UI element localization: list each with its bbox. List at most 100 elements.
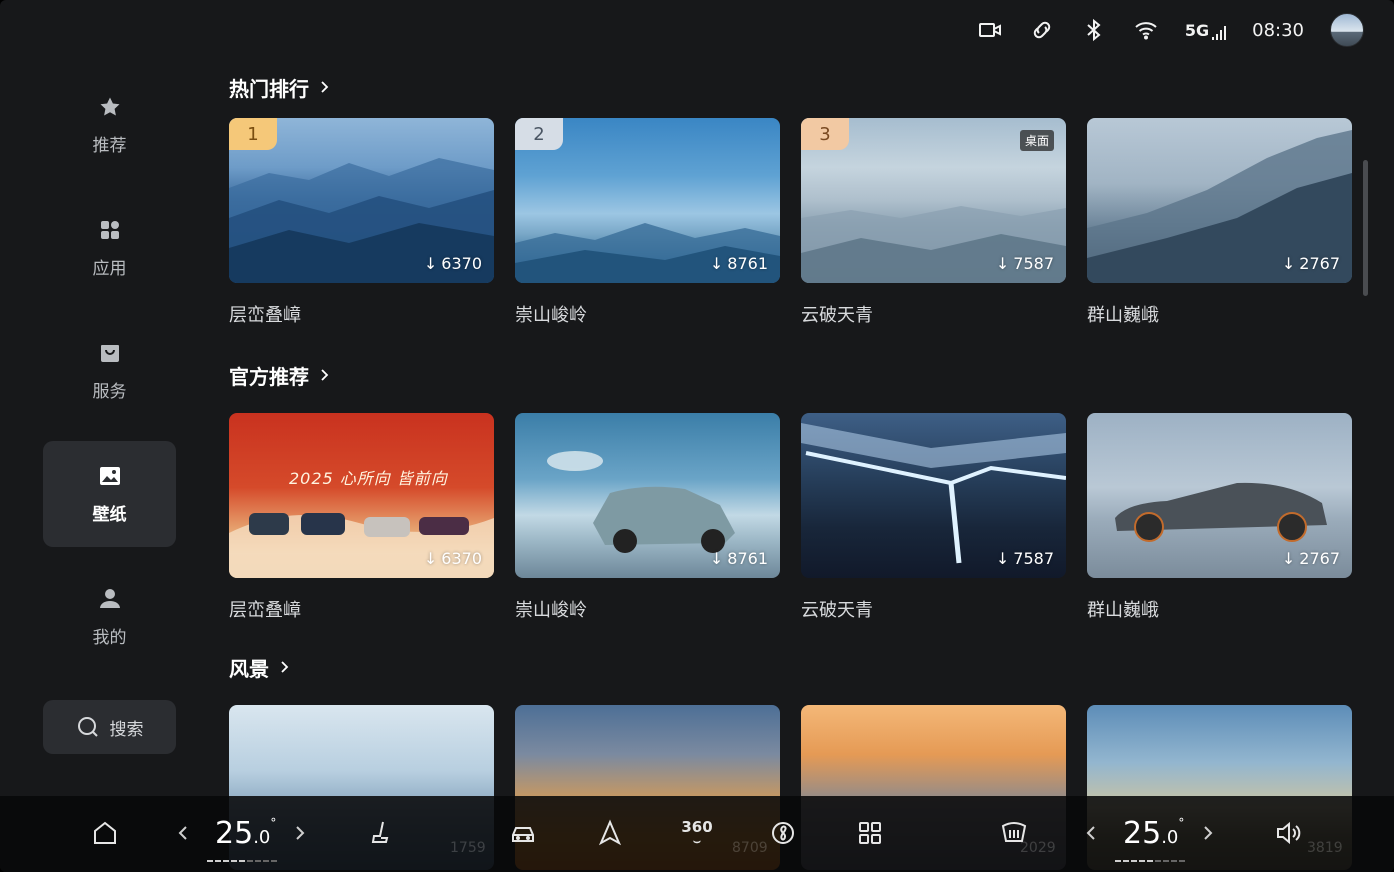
vehicle-button[interactable] <box>500 810 546 856</box>
chevron-right-icon <box>281 661 289 673</box>
sidebar: 推荐 应用 服务 壁纸 我的 <box>43 72 176 687</box>
section-title-label: 官方推荐 <box>229 364 309 389</box>
download-count: ↓ 2767 <box>1282 549 1340 568</box>
rank-badge: 3 <box>801 118 849 150</box>
seat-icon <box>371 821 389 843</box>
sidebar-item-wallpaper[interactable]: 壁纸 <box>43 441 176 547</box>
link-icon[interactable] <box>1029 17 1055 43</box>
passenger-temp-value: 25.0° <box>1115 815 1185 862</box>
section-title[interactable]: 热门排行 <box>229 70 1353 104</box>
sidebar-item-label: 我的 <box>92 627 127 648</box>
desktop-tag: 桌面 <box>1019 130 1054 151</box>
download-count: ↓ 8761 <box>710 254 768 273</box>
section-hot-ranking: 热门排行 1 ↓ 6370 层峦叠嶂 2 ↓ 8761 崇山峻岭 3 桌面 ↓ … <box>229 70 1353 326</box>
wallpaper-thumbnail: 2025 心所向 皆前向 ↓ 6370 <box>229 413 494 578</box>
dashcam-icon[interactable] <box>977 17 1003 43</box>
download-arrow-icon: ↓ <box>709 254 724 273</box>
wallpaper-card[interactable]: ↓ 8761 崇山峻岭 <box>515 413 780 621</box>
chevron-right-icon <box>321 81 329 93</box>
download-count: ↓ 8761 <box>710 549 768 568</box>
wallpaper-card[interactable]: 3 桌面 ↓ 7587 云破天青 <box>801 118 1066 326</box>
temp-int: 25 <box>215 815 254 851</box>
card-title: 群山巍峨 <box>1087 305 1159 326</box>
volume-icon <box>1277 821 1301 845</box>
sidebar-item-label: 推荐 <box>92 135 127 156</box>
temp-unit: ° <box>1178 815 1185 830</box>
sidebar-item-services[interactable]: 服务 <box>43 318 176 424</box>
wallpaper-card[interactable]: ↓ 2767 群山巍峨 <box>1087 413 1352 621</box>
download-count-value: 2767 <box>1299 254 1340 273</box>
wallpaper-card[interactable]: 2025 心所向 皆前向 ↓ 6370 层峦叠嶂 <box>229 413 494 621</box>
scrollbar[interactable] <box>1363 160 1368 296</box>
wifi-icon[interactable] <box>1133 17 1159 43</box>
wallpaper-card[interactable]: 2 ↓ 8761 崇山峻岭 <box>515 118 780 326</box>
temp-down-icon[interactable] <box>1083 824 1101 842</box>
wallpaper-content: 热门排行 1 ↓ 6370 层峦叠嶂 2 ↓ 8761 崇山峻岭 3 桌面 ↓ … <box>229 70 1353 870</box>
camera-360-button[interactable]: 360 ⌣ <box>674 810 720 856</box>
temp-dec: .0 <box>253 826 271 848</box>
card-title: 群山巍峨 <box>1087 600 1159 621</box>
driver-temp-value: 25.0° <box>207 815 277 862</box>
apps-grid-button[interactable] <box>847 810 893 856</box>
sidebar-item-recommend[interactable]: 推荐 <box>43 72 176 178</box>
bottom-dock: 1759 8709 2029 3819 25.0° 360 ⌣ 25.0° <box>0 796 1394 872</box>
temp-unit: ° <box>270 815 277 830</box>
wallpaper-card[interactable]: ↓ 2767 群山巍峨 <box>1087 118 1352 326</box>
section-title[interactable]: 官方推荐 <box>229 358 1352 392</box>
download-count: ↓ 2767 <box>1282 254 1340 273</box>
star-icon <box>100 97 119 115</box>
section-title[interactable]: 风景 <box>229 650 1352 684</box>
image-icon <box>99 466 120 485</box>
apps-icon <box>100 220 119 239</box>
defrost-button[interactable] <box>991 810 1037 856</box>
wallpaper-thumbnail: ↓ 2767 <box>1087 413 1352 578</box>
wallpaper-thumbnail: ↓ 8761 <box>515 413 780 578</box>
download-count: ↓ 6370 <box>424 254 482 273</box>
wallpaper-thumbnail: 3 桌面 ↓ 7587 <box>801 118 1066 283</box>
temp-up-icon[interactable] <box>1198 824 1216 842</box>
volume-button[interactable] <box>1265 810 1311 856</box>
download-arrow-icon: ↓ <box>1281 254 1296 273</box>
360-icon: 360 ⌣ <box>681 819 712 847</box>
download-arrow-icon: ↓ <box>995 254 1010 273</box>
download-count-value: 6370 <box>441 254 482 273</box>
download-count-value: 7587 <box>1013 254 1054 273</box>
wallpaper-card[interactable]: ↓ 7587 云破天青 <box>801 413 1066 621</box>
wallpaper-thumbnail: ↓ 2767 <box>1087 118 1352 283</box>
user-icon <box>99 588 120 608</box>
search-button[interactable]: 搜索 <box>43 700 176 754</box>
driver-temperature: 25.0° <box>175 810 308 862</box>
download-count-value: 8761 <box>727 549 768 568</box>
download-count-value: 8761 <box>727 254 768 273</box>
wallpaper-card[interactable]: 1 ↓ 6370 层峦叠嶂 <box>229 118 494 326</box>
navigation-icon <box>598 819 622 846</box>
card-title: 云破天青 <box>801 600 873 621</box>
chevron-right-icon <box>321 369 329 381</box>
sidebar-item-apps[interactable]: 应用 <box>43 195 176 301</box>
download-arrow-icon: ↓ <box>1281 549 1296 568</box>
defrost-icon <box>1001 822 1027 842</box>
rank-badge: 1 <box>229 118 277 150</box>
download-arrow-icon: ↓ <box>995 549 1010 568</box>
temp-down-icon[interactable] <box>175 824 193 842</box>
card-title: 崇山峻岭 <box>515 600 587 621</box>
section-title-label: 风景 <box>229 656 269 681</box>
passenger-temperature: 25.0° <box>1083 810 1216 862</box>
fan-button[interactable] <box>760 810 806 856</box>
avatar[interactable] <box>1330 13 1364 47</box>
download-count: ↓ 7587 <box>996 254 1054 273</box>
cellular-signal: 5G <box>1184 20 1227 40</box>
home-button[interactable] <box>82 810 128 856</box>
navigation-button[interactable] <box>587 810 633 856</box>
network-label: 5G <box>1184 20 1210 40</box>
temp-level-bar <box>1115 859 1185 862</box>
download-count-value: 6370 <box>441 549 482 568</box>
apps-grid-icon <box>859 822 881 844</box>
bluetooth-icon[interactable] <box>1081 17 1107 43</box>
seat-button[interactable] <box>357 810 403 856</box>
sidebar-item-label: 应用 <box>92 258 127 279</box>
card-title: 崇山峻岭 <box>515 305 587 326</box>
temp-up-icon[interactable] <box>290 824 308 842</box>
signal-bars-icon <box>1212 25 1227 40</box>
sidebar-item-mine[interactable]: 我的 <box>43 564 176 670</box>
